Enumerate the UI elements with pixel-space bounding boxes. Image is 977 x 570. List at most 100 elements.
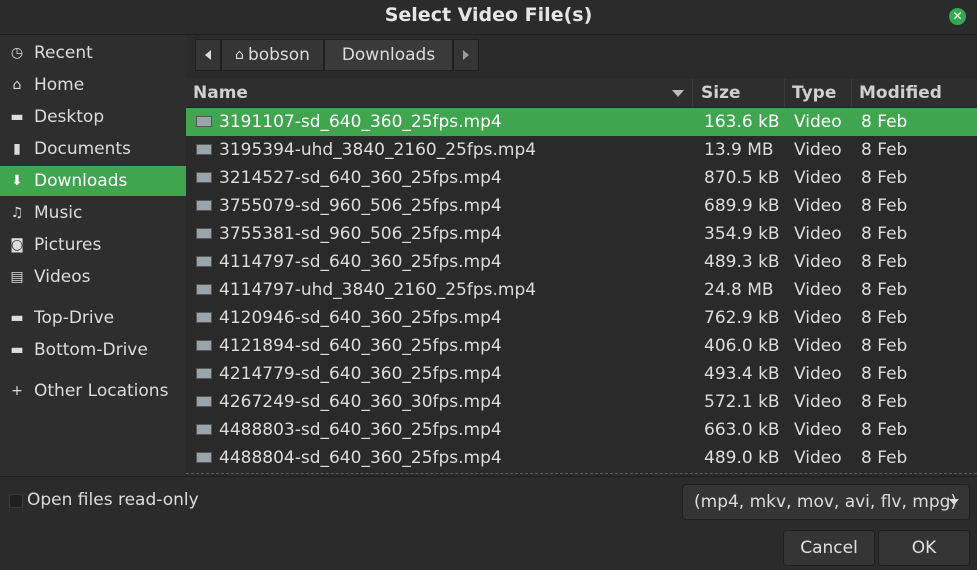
file-row[interactable]: 4120946-sd_640_360_25fps.mp4 762.9 kB Vide… bbox=[186, 304, 977, 332]
file-type: Video bbox=[794, 112, 842, 132]
file-name: 4114797-uhd_3840_2160_25fps.mp4 bbox=[219, 280, 537, 300]
sort-descending-icon bbox=[672, 90, 684, 97]
ok-button[interactable]: OK bbox=[878, 530, 970, 566]
sidebar-item-label: Other Locations bbox=[34, 381, 169, 401]
file-name: 4488804-sd_640_360_25fps.mp4 bbox=[219, 448, 502, 468]
file-modified: 8 Feb bbox=[861, 364, 908, 384]
file-name: 4267249-sd_640_360_30fps.mp4 bbox=[219, 392, 502, 412]
file-rows: 3191107-sd_640_360_25fps.mp4 163.6 kB Vide… bbox=[186, 108, 977, 472]
video-thumbnail-icon bbox=[196, 312, 212, 323]
video-thumbnail-icon bbox=[196, 200, 212, 211]
close-icon[interactable]: ✕ bbox=[949, 8, 966, 25]
column-name[interactable]: Name bbox=[186, 79, 693, 107]
file-size: 163.6 kB bbox=[704, 112, 780, 132]
sidebar-item-label: Music bbox=[34, 203, 83, 223]
file-row[interactable]: 3214527-sd_640_360_25fps.mp4 870.5 kB Vide… bbox=[186, 164, 977, 192]
filter-value: (mp4, mkv, mov, avi, flv, mpg) bbox=[694, 492, 958, 512]
file-row[interactable]: 3755381-sd_960_506_25fps.mp4 354.9 kB Vide… bbox=[186, 220, 977, 248]
column-size[interactable]: Size bbox=[694, 79, 785, 107]
file-name: 3755381-sd_960_506_25fps.mp4 bbox=[219, 224, 502, 244]
file-list[interactable]: Name Size Type Modified 3191107-sd_640_3… bbox=[186, 79, 977, 475]
file-size: 870.5 kB bbox=[704, 168, 780, 188]
file-row[interactable]: 3755079-sd_960_506_25fps.mp4 689.9 kB Vide… bbox=[186, 192, 977, 220]
file-type: Video bbox=[794, 308, 842, 328]
home-icon: ⌂ bbox=[12, 77, 22, 93]
file-size: 489.0 kB bbox=[704, 448, 780, 468]
read-only-label[interactable]: Open files read-only bbox=[27, 490, 199, 510]
file-modified: 8 Feb bbox=[861, 308, 908, 328]
file-row[interactable]: 3191107-sd_640_360_25fps.mp4 163.6 kB Vide… bbox=[186, 108, 977, 136]
column-modified[interactable]: Modified bbox=[852, 79, 977, 107]
sidebar-item-recent[interactable]: ◷ Recent bbox=[0, 38, 186, 68]
sidebar-item-label: Documents bbox=[34, 139, 131, 159]
sidebar-item-label: Downloads bbox=[34, 171, 128, 191]
file-size: 493.4 kB bbox=[704, 364, 780, 384]
file-size: 13.9 MB bbox=[704, 140, 774, 160]
home-icon: ⌂ bbox=[235, 47, 244, 63]
sidebar-item-pictures[interactable]: ◙ Pictures bbox=[0, 230, 186, 260]
file-modified: 8 Feb bbox=[861, 196, 908, 216]
sidebar-item-home[interactable]: ⌂ Home bbox=[0, 70, 186, 100]
file-size: 663.0 kB bbox=[704, 420, 780, 440]
folder-icon: ▬ bbox=[10, 310, 24, 326]
path-home-label: bobson bbox=[247, 45, 310, 65]
sidebar-item-label: Desktop bbox=[34, 107, 105, 127]
sidebar-item-videos[interactable]: ▤ Videos bbox=[0, 262, 186, 292]
desktop-icon: ▬ bbox=[10, 109, 24, 125]
sidebar-item-other-locations[interactable]: + Other Locations bbox=[0, 376, 186, 406]
file-name: 4114797-sd_640_360_25fps.mp4 bbox=[219, 252, 502, 272]
file-size: 24.8 MB bbox=[704, 280, 774, 300]
file-name: 3214527-sd_640_360_25fps.mp4 bbox=[219, 168, 502, 188]
file-row[interactable]: 3195394-uhd_3840_2160_25fps.mp4 13.9 MB Vi… bbox=[186, 136, 977, 164]
path-current-button[interactable]: Downloads bbox=[324, 39, 453, 71]
sidebar-item-downloads[interactable]: ⬇ Downloads bbox=[0, 166, 186, 196]
file-row[interactable]: 4121894-sd_640_360_25fps.mp4 406.0 kB Vide… bbox=[186, 332, 977, 360]
sidebar-item-label: Videos bbox=[34, 267, 91, 287]
cancel-button[interactable]: Cancel bbox=[783, 530, 875, 566]
file-size: 689.9 kB bbox=[704, 196, 780, 216]
dropdown-arrow-icon bbox=[949, 499, 959, 505]
file-type: Video bbox=[794, 140, 842, 160]
download-icon: ⬇ bbox=[11, 173, 23, 189]
file-type: Video bbox=[794, 392, 842, 412]
file-type: Video bbox=[794, 364, 842, 384]
file-row[interactable]: 4488803-sd_640_360_25fps.mp4 663.0 kB Vide… bbox=[186, 416, 977, 444]
file-row[interactable]: 4488804-sd_640_360_25fps.mp4 489.0 kB Vide… bbox=[186, 444, 977, 472]
video-thumbnail-icon bbox=[196, 452, 212, 463]
file-row[interactable]: 4214779-sd_640_360_25fps.mp4 493.4 kB Vide… bbox=[186, 360, 977, 388]
path-back-button[interactable] bbox=[195, 39, 221, 71]
path-forward-button[interactable] bbox=[453, 39, 479, 71]
file-row[interactable]: 4114797-uhd_3840_2160_25fps.mp4 24.8 MB Vi… bbox=[186, 276, 977, 304]
file-size: 762.9 kB bbox=[704, 308, 780, 328]
sidebar-item-label: Home bbox=[34, 75, 85, 95]
sidebar-item-music[interactable]: ♫ Music bbox=[0, 198, 186, 228]
video-thumbnail-icon bbox=[196, 144, 212, 155]
file-type: Video bbox=[794, 448, 842, 468]
sidebar-item-documents[interactable]: ▮ Documents bbox=[0, 134, 186, 164]
file-modified: 8 Feb bbox=[861, 224, 908, 244]
path-current-label: Downloads bbox=[341, 45, 436, 65]
file-type-filter[interactable]: (mp4, mkv, mov, avi, flv, mpg) bbox=[682, 484, 970, 520]
sidebar-item-desktop[interactable]: ▬ Desktop bbox=[0, 102, 186, 132]
file-modified: 8 Feb bbox=[861, 140, 908, 160]
column-type[interactable]: Type bbox=[785, 79, 852, 107]
file-modified: 8 Feb bbox=[861, 420, 908, 440]
chevron-right-icon bbox=[463, 50, 469, 60]
folder-icon: ▬ bbox=[10, 342, 24, 358]
read-only-checkbox[interactable] bbox=[9, 494, 23, 508]
video-thumbnail-icon bbox=[196, 424, 212, 435]
sidebar-item-top-drive[interactable]: ▬ Top-Drive bbox=[0, 303, 186, 333]
camera-icon: ◙ bbox=[10, 237, 24, 253]
video-thumbnail-icon bbox=[196, 368, 212, 379]
file-row[interactable]: 4114797-sd_640_360_25fps.mp4 489.3 kB Vide… bbox=[186, 248, 977, 276]
file-size: 406.0 kB bbox=[704, 336, 780, 356]
file-type: Video bbox=[794, 224, 842, 244]
path-home-button[interactable]: ⌂ bobson bbox=[221, 39, 324, 71]
file-row[interactable]: 4267249-sd_640_360_30fps.mp4 572.1 kB Vide… bbox=[186, 388, 977, 416]
sidebar-item-bottom-drive[interactable]: ▬ Bottom-Drive bbox=[0, 335, 186, 365]
sidebar-item-label: Pictures bbox=[34, 235, 102, 255]
sidebar-item-label: Recent bbox=[34, 43, 93, 63]
file-size: 489.3 kB bbox=[704, 252, 780, 272]
video-thumbnail-icon bbox=[196, 172, 212, 183]
video-thumbnail-icon bbox=[196, 228, 212, 239]
